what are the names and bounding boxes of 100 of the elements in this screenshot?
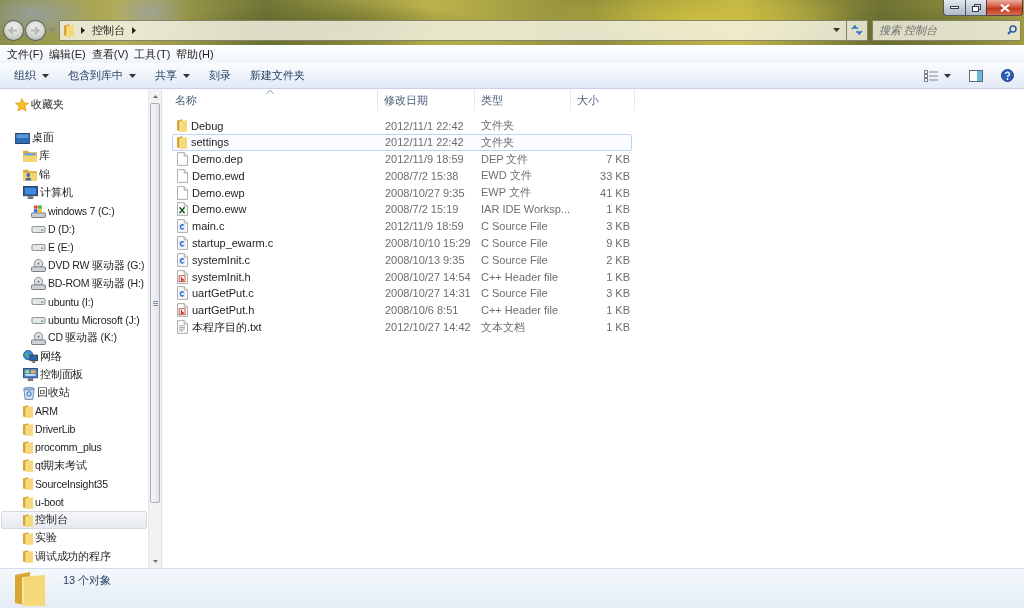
tree-item[interactable]: procomm_plus [1, 438, 147, 457]
tree-item[interactable]: 收藏夹 [1, 96, 147, 115]
file-size: 7 KB [606, 153, 631, 166]
arrow-left-icon [8, 25, 19, 35]
file-row[interactable]: main.c 2012/11/9 18:59 C Source File 3 KB [172, 217, 632, 235]
file-size: 1 KB [606, 203, 631, 216]
tree-item[interactable]: 计算机 [1, 183, 147, 202]
tree-item[interactable]: D (D:) [1, 220, 147, 239]
tree-item[interactable]: BD-ROM 驱动器 (H:) [1, 274, 147, 293]
column-header[interactable]: 名称 [162, 90, 378, 111]
file-name: uartGetPut.h [192, 304, 255, 317]
scrollbar-thumb[interactable] [150, 103, 160, 503]
file-type: 文件夹 [480, 134, 514, 150]
tree-item[interactable]: 回收站 [1, 383, 147, 402]
tree-item[interactable]: 控制台 [1, 511, 147, 530]
column-header[interactable]: 类型 [475, 90, 571, 111]
toolbar-button[interactable]: 新建文件夹 [243, 64, 312, 87]
system-drive-icon [31, 204, 46, 218]
file-type: 文件夹 [480, 118, 514, 133]
tree-item[interactable]: u-boot [1, 492, 147, 512]
disc-drive-icon [31, 331, 46, 345]
restore-button[interactable] [965, 0, 986, 16]
folder-icon [23, 422, 33, 436]
tree-item[interactable]: qt期末考试 [1, 456, 147, 475]
column-header[interactable]: 大小 [571, 90, 635, 111]
refresh-button[interactable] [846, 19, 868, 41]
modified-date: 2012/11/1 22:42 [384, 119, 464, 132]
close-button[interactable] [986, 0, 1023, 16]
tree-item[interactable]: ARM [1, 402, 147, 421]
file-name: Demo.eww [192, 203, 247, 216]
menu-item[interactable]: 帮助(H) [173, 45, 217, 63]
tree-item[interactable]: DriverLib [1, 420, 147, 439]
breadcrumb[interactable]: 控制台 [91, 22, 125, 38]
file-type: C++ Header file [480, 304, 559, 317]
toolbar-button[interactable]: 共享 [148, 64, 197, 87]
drive-icon [31, 225, 46, 233]
folder-icon [23, 495, 33, 509]
header-file-icon [177, 303, 188, 318]
scrollbar[interactable] [148, 89, 162, 568]
c-file-icon [177, 219, 188, 234]
modified-date: 2012/11/9 18:59 [384, 220, 464, 233]
menu-item[interactable]: 文件(F) [4, 45, 47, 63]
file-name: startup_ewarm.c [192, 236, 274, 249]
c-file-icon [177, 252, 188, 267]
file-row[interactable]: startup_ewarm.c 2008/10/10 15:29 C Source File 9 KB [172, 234, 632, 252]
menu-item[interactable]: 查看(V) [88, 45, 132, 63]
folder-icon [23, 459, 33, 473]
minimize-button[interactable] [943, 0, 965, 16]
file-row[interactable]: 本程序目的.txt 2012/10/27 14:42 文本文档 1 KB [172, 318, 632, 336]
file-row[interactable]: Demo.ewp 2008/10/27 9:35 EWP 文件 41 KB [172, 184, 632, 201]
restore-icon [971, 3, 981, 12]
tree-item[interactable]: E (E:) [1, 238, 147, 257]
file-row[interactable]: Demo.dep 2012/11/9 18:59 DEP 文件 7 KB [172, 150, 632, 168]
triangle-up-icon [152, 94, 158, 98]
tree-item[interactable]: 库 [1, 147, 147, 166]
file-row[interactable]: uartGetPut.c 2008/10/27 14:31 C Source File 3 KB [172, 284, 632, 302]
tree-item[interactable]: 桌面 [1, 129, 147, 148]
menu-item[interactable]: 编辑(E) [46, 45, 89, 63]
file-size: 1 KB [606, 321, 631, 334]
forward-button[interactable] [24, 19, 46, 41]
menu-item[interactable]: 工具(T) [131, 45, 174, 63]
file-size: 9 KB [606, 236, 631, 249]
tree-item[interactable]: SourceInsight35 [1, 474, 147, 493]
file-row[interactable]: settings 2012/11/1 22:42 文件夹 [172, 133, 632, 151]
tree-item[interactable]: DVD RW 驱动器 (G:) [1, 256, 147, 275]
file-type: C++ Header file [480, 270, 559, 283]
tree-item[interactable]: CD 驱动器 (K:) [1, 329, 147, 348]
tree-item[interactable]: windows 7 (C:) [1, 201, 147, 221]
tree-item[interactable]: 网络 [1, 347, 147, 366]
file-size: 1 KB [606, 270, 631, 283]
file-row[interactable]: systemInit.h 2008/10/27 14:54 C++ Header file 1 KB [172, 268, 632, 285]
file-row[interactable]: Demo.ewd 2008/7/2 15:38 EWD 文件 33 KB [172, 167, 632, 185]
file-size: 1 KB [606, 304, 631, 317]
toolbar-button[interactable]: 组织 [7, 64, 56, 87]
file-type: IAR IDE Worksp... [480, 203, 571, 216]
column-header[interactable]: 修改日期 [378, 90, 475, 111]
tree-item[interactable]: ubuntu (I:) [1, 292, 147, 312]
file-row[interactable]: uartGetPut.h 2008/10/6 8:51 C++ Header file 1 KB [172, 301, 632, 319]
file-name: Demo.ewp [192, 186, 245, 199]
toolbar-button[interactable]: 刻录 [202, 64, 238, 87]
tree-item[interactable]: 锦 [1, 165, 147, 184]
file-row[interactable]: Demo.eww 2008/7/2 15:19 IAR IDE Worksp... 1 KB [172, 201, 632, 218]
recycle-bin-icon [23, 385, 35, 400]
tree-item[interactable]: 实验 [1, 529, 147, 548]
modified-date: 2008/10/27 9:35 [384, 186, 465, 199]
file-row[interactable]: systemInit.c 2008/10/13 9:35 C Source File 2 KB [172, 251, 632, 269]
status-text: 13 个对象 [63, 573, 112, 588]
address-bar[interactable]: 控制台 [58, 19, 847, 41]
toolbar-button[interactable]: 包含到库中 [61, 64, 143, 87]
tree-item[interactable]: 控制面板 [1, 365, 147, 384]
caret-icon [129, 73, 136, 78]
triangle-down-icon [152, 559, 158, 563]
file-row[interactable]: Debug 2012/11/1 22:42 文件夹 [172, 117, 632, 134]
back-button[interactable] [3, 19, 24, 41]
file-size: 33 KB [600, 169, 631, 182]
caret-icon [944, 73, 951, 78]
tree-item[interactable]: ubuntu Microsoft (J:) [1, 311, 147, 330]
tree-item[interactable]: 调试成功的程序 [1, 547, 147, 566]
minimize-icon [950, 6, 959, 9]
search-field[interactable]: 搜索 控制台 [872, 19, 1021, 41]
